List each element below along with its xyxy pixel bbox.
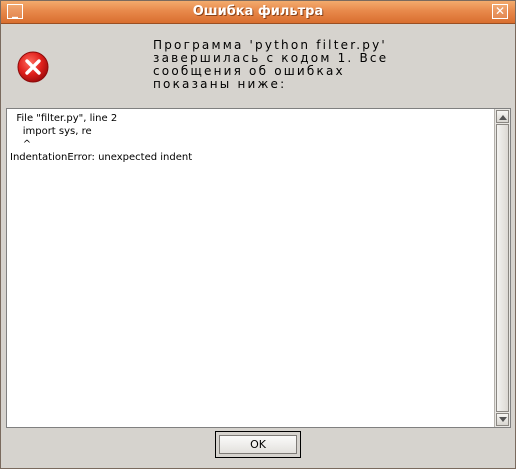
ok-button[interactable]: OK bbox=[215, 431, 301, 458]
close-button[interactable]: ✕ bbox=[492, 4, 508, 19]
button-bar: OK bbox=[1, 429, 515, 469]
ok-button-label: OK bbox=[219, 435, 297, 454]
scrollbar-thumb[interactable] bbox=[496, 124, 509, 412]
arrow-up-icon bbox=[499, 115, 507, 120]
error-message: Программа 'python filter.py' завершилась… bbox=[153, 38, 389, 91]
close-icon: ✕ bbox=[494, 4, 506, 18]
window-title: Ошибка фильтра bbox=[192, 4, 324, 19]
arrow-down-icon bbox=[499, 417, 507, 422]
error-icon bbox=[17, 51, 49, 83]
scroll-down-button[interactable] bbox=[496, 413, 509, 426]
titlebar[interactable]: _ Ошибка фильтра ✕ bbox=[1, 1, 515, 24]
vertical-scrollbar[interactable] bbox=[494, 109, 510, 427]
error-dialog-window: _ Ошибка фильтра ✕ Программа 'python fil… bbox=[0, 0, 516, 469]
error-details-text: File "filter.py", line 2 import sys, re … bbox=[10, 113, 193, 163]
error-details-textarea[interactable]: File "filter.py", line 2 import sys, re … bbox=[6, 108, 511, 428]
scroll-up-button[interactable] bbox=[496, 110, 509, 123]
